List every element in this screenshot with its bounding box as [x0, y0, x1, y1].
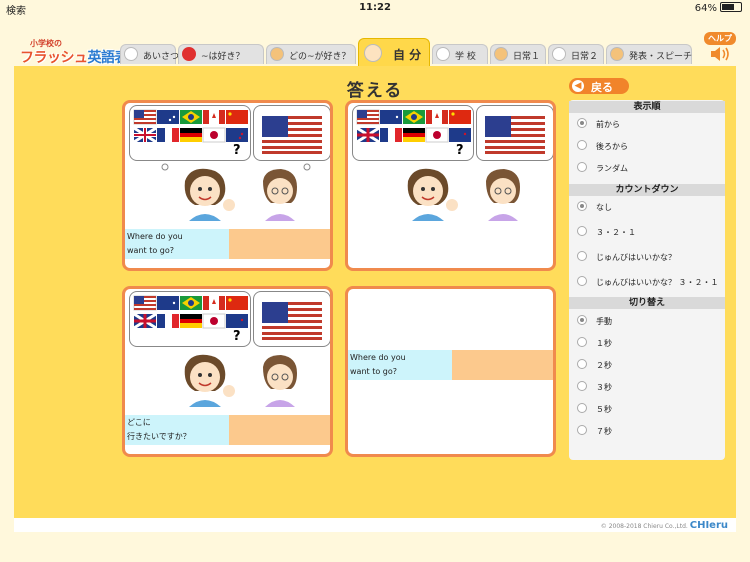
help-button[interactable]: ヘルプ	[704, 32, 740, 66]
answer-row: Where do you want to go?	[348, 350, 553, 380]
radio-icon	[577, 381, 587, 391]
usa-flag-bubble	[253, 291, 330, 347]
switch-option-manual[interactable]: 手動	[577, 315, 612, 329]
tab-speech[interactable]: 発表・スピーチ	[606, 44, 692, 64]
question-mark: ?	[233, 143, 241, 158]
tab-nichijou-1[interactable]: 日常１	[490, 44, 546, 64]
flash-card-2[interactable]: ?	[345, 100, 556, 271]
tab-suki[interactable]: ~は好き？	[178, 44, 264, 64]
radio-selected-icon	[577, 315, 587, 325]
switch-option-5s[interactable]: ５秒	[577, 403, 612, 417]
radio-icon	[577, 403, 587, 413]
countdown-section-title: カウントダウン	[569, 184, 725, 196]
order-option-random[interactable]: ランダム	[577, 162, 628, 176]
radio-icon	[577, 359, 587, 369]
copyright-text: © 2008-2018 Chieru Co.,Ltd. CHIeru	[600, 520, 728, 531]
countdown-option-ready-321[interactable]: じゅんびはいいかな？ ３・２・１	[577, 276, 719, 290]
radio-icon	[577, 226, 587, 236]
characters-illustration	[407, 168, 520, 221]
usa-flag-bubble	[476, 105, 553, 161]
answer-box[interactable]	[452, 350, 553, 380]
back-label: 戻る	[591, 81, 613, 94]
battery-indicator: 64%	[695, 2, 742, 14]
clock: 11:22	[359, 2, 391, 13]
apple-icon	[182, 47, 196, 61]
question-mark: ?	[233, 329, 241, 344]
order-option-backward[interactable]: 後ろから	[577, 140, 628, 154]
countdown-option-ready[interactable]: じゅんびはいいかな？	[577, 251, 676, 265]
radio-icon	[577, 337, 587, 347]
answer-row: Where do you want to go?	[125, 229, 330, 259]
radio-icon	[577, 251, 587, 261]
question-text: どこに 行きたいですか？	[125, 415, 229, 445]
answer-box[interactable]	[229, 229, 330, 259]
usa-flag-bubble	[253, 105, 330, 161]
school-icon	[436, 47, 450, 61]
country-flags-illustration	[133, 295, 248, 330]
order-option-forward[interactable]: 前から	[577, 118, 620, 132]
character-icon	[124, 47, 138, 61]
order-section-title: 表示順	[569, 101, 725, 113]
question-text: Where do you want to go?	[125, 229, 229, 259]
top-navigation: 小学校の フラッシュ英語表現 あいさつ ~は好き？ どの~が好き？ 自 分 学 …	[14, 30, 736, 86]
usa-flag-icon	[262, 116, 322, 154]
status-bar: 検索 11:22 64%	[0, 0, 750, 17]
country-flags-bubble: ?	[352, 105, 474, 161]
character-icon	[270, 47, 284, 61]
help-label: ヘルプ	[704, 32, 736, 45]
flash-card-4[interactable]: Where do you want to go?	[345, 286, 556, 457]
switch-option-1s[interactable]: １秒	[577, 337, 612, 351]
radio-selected-icon	[577, 118, 587, 128]
switch-option-3s[interactable]: ３秒	[577, 381, 612, 395]
tab-jibun[interactable]: 自 分	[358, 38, 430, 66]
flash-card-3[interactable]: ? どこに 行きたいですか？	[122, 286, 333, 457]
countdown-option-none[interactable]: なし	[577, 201, 612, 215]
countdown-option-321[interactable]: ３・２・１	[577, 226, 636, 240]
switch-option-2s[interactable]: ２秒	[577, 359, 612, 373]
switch-option-7s[interactable]: ７秒	[577, 425, 612, 439]
switch-section-title: 切り替え	[569, 297, 725, 309]
answer-row: どこに 行きたいですか？	[125, 415, 330, 445]
usa-flag-icon	[485, 116, 545, 154]
character-icon	[364, 44, 382, 62]
arrow-left-icon: ◀	[572, 80, 584, 92]
tab-nichijou-2[interactable]: 日常２	[548, 44, 604, 64]
radio-icon	[577, 140, 587, 150]
country-flags-bubble: ?	[129, 105, 251, 161]
tab-dono-suki[interactable]: どの~が好き？	[266, 44, 356, 64]
battery-icon	[720, 2, 742, 12]
tab-gakkou[interactable]: 学 校	[432, 44, 488, 64]
radio-icon	[577, 162, 587, 172]
main-area: 答える ? Where do you want to go? ? ? どこに 行…	[14, 66, 736, 518]
characters-illustration	[184, 354, 297, 407]
answer-box[interactable]	[229, 415, 330, 445]
footer: © 2008-2018 Chieru Co.,Ltd. CHIeru	[14, 518, 736, 532]
country-flags-bubble: ?	[129, 291, 251, 347]
radio-icon	[577, 276, 587, 286]
question-text: Where do you want to go?	[348, 350, 452, 380]
speaker-icon[interactable]	[710, 46, 732, 62]
characters-illustration	[161, 163, 311, 221]
battery-percent: 64%	[694, 3, 717, 14]
brand-logo: CHIeru	[689, 520, 728, 531]
radio-icon	[577, 425, 587, 435]
usa-flag-icon	[262, 302, 322, 340]
calendar-icon	[552, 47, 566, 61]
country-flags-illustration	[133, 109, 248, 144]
radio-selected-icon	[577, 201, 587, 211]
back-button[interactable]: ◀ 戻る	[569, 78, 629, 94]
question-mark: ?	[456, 143, 464, 158]
country-flags-illustration	[356, 109, 471, 144]
character-icon	[494, 47, 508, 61]
character-icon	[610, 47, 624, 61]
tab-aisatsu[interactable]: あいさつ	[120, 44, 179, 64]
flash-card-1[interactable]: ? Where do you want to go?	[122, 100, 333, 271]
app-logo: 小学校の フラッシュ英語表現	[20, 38, 132, 86]
settings-panel: 表示順 前から 後ろから ランダム カウントダウン なし ３・２・１ じゅんびは…	[569, 100, 725, 460]
